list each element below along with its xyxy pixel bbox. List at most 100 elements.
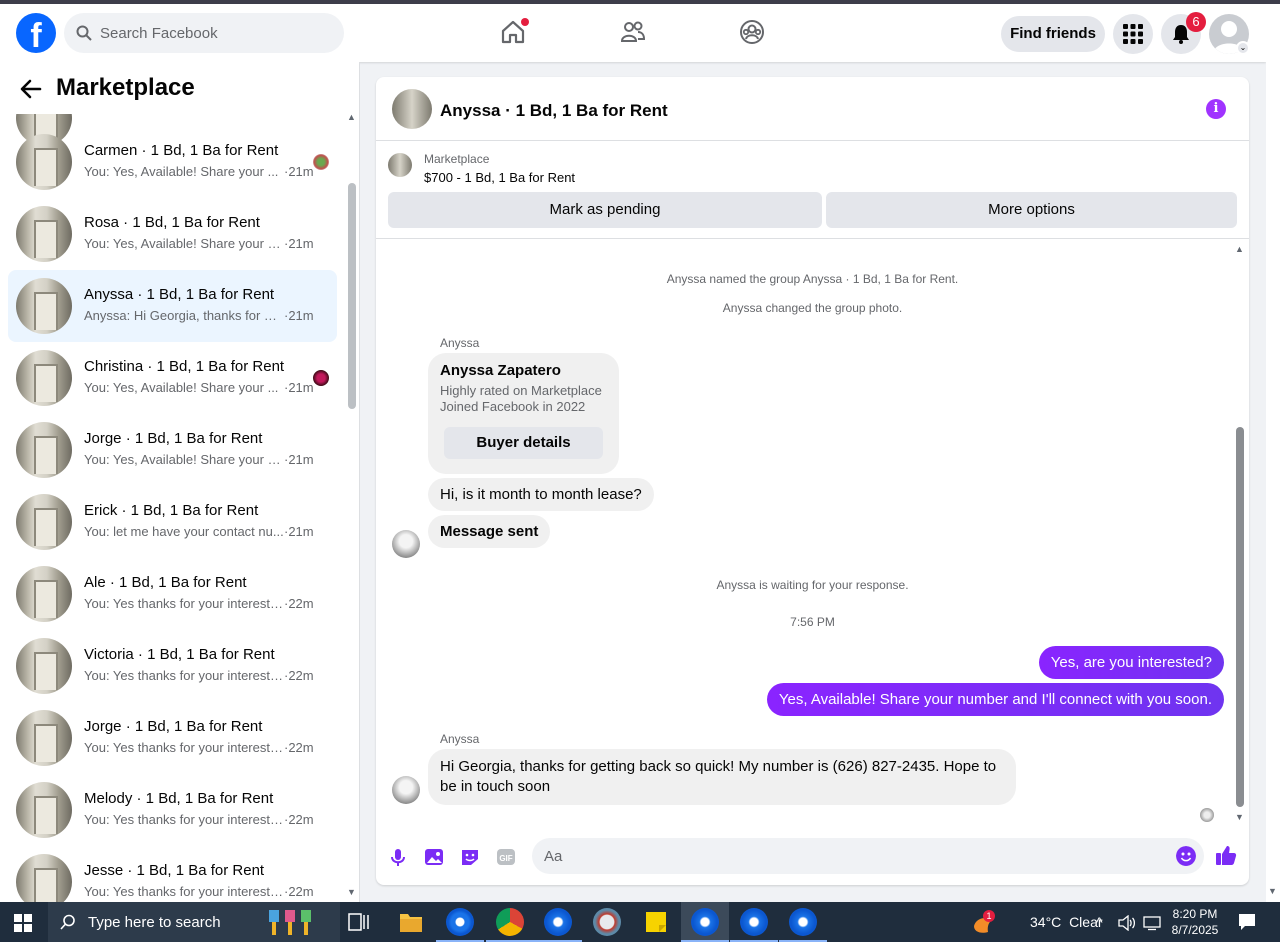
seen-avatar [313, 370, 329, 386]
conversation-item[interactable]: Carmen · 1 Bd, 1 Ba for Rent You: Yes, A… [8, 126, 337, 198]
volume-icon[interactable] [1118, 915, 1136, 931]
info-icon[interactable]: i [1206, 99, 1226, 119]
sender-name: Anyssa [440, 336, 480, 350]
sidebar-scrollbar-thumb[interactable] [348, 183, 356, 409]
page-title: Marketplace [56, 74, 195, 101]
back-arrow-icon[interactable] [20, 79, 42, 99]
conversation-item[interactable]: Victoria · 1 Bd, 1 Ba for Rent You: Yes … [8, 630, 337, 702]
outgoing-message[interactable]: Yes, Available! Share your number and I'… [766, 683, 1224, 716]
groups-icon[interactable] [738, 18, 766, 46]
conversation-item[interactable]: Ale · 1 Bd, 1 Ba for Rent You: Yes thank… [8, 558, 337, 630]
network-icon[interactable] [1143, 915, 1161, 931]
chat-scrollbar-thumb[interactable] [1236, 427, 1244, 807]
scroll-down-arrow-icon[interactable]: ▼ [1235, 812, 1244, 822]
buyer-details-button[interactable]: Buyer details [444, 427, 603, 459]
conversation-item[interactable]: Melody · 1 Bd, 1 Ba for Rent You: Yes th… [8, 774, 337, 846]
scroll-up-arrow-icon[interactable]: ▲ [347, 112, 356, 122]
browser-app-icon[interactable] [446, 908, 474, 936]
weather-readout[interactable]: 34°C Clear [1030, 914, 1103, 930]
chrome-profile-icon[interactable] [691, 908, 719, 936]
conversation-item-active[interactable]: Anyssa · 1 Bd, 1 Ba for Rent Anyssa: Hi … [8, 270, 337, 342]
conversation-time: ·21m [284, 524, 314, 539]
friends-icon[interactable] [619, 18, 647, 46]
find-friends-button[interactable]: Find friends [1001, 16, 1105, 52]
seen-avatar [313, 154, 329, 170]
more-options-button[interactable]: More options [826, 192, 1237, 228]
conversation-item[interactable]: Jesse · 1 Bd, 1 Ba for Rent You: Yes tha… [8, 846, 337, 902]
scroll-down-arrow-icon[interactable]: ▼ [1268, 886, 1277, 896]
conversation-item[interactable]: Christina · 1 Bd, 1 Ba for Rent You: Yes… [8, 342, 337, 414]
conversation-time: ·21m [284, 236, 314, 251]
system-clock[interactable]: 8:20 PM 8/7/2025 [1168, 906, 1222, 938]
incoming-message[interactable]: Message sent [428, 515, 551, 548]
listing-price[interactable]: $700 - 1 Bd, 1 Ba for Rent [424, 170, 575, 185]
message-input[interactable] [544, 838, 1144, 874]
page-scrollbar[interactable] [1266, 4, 1280, 902]
message-input-box[interactable] [532, 838, 1204, 874]
search-input[interactable] [100, 13, 330, 53]
conversation-name: Ale · 1 Bd, 1 Ba for Rent [84, 574, 247, 591]
grid-menu-icon [1123, 24, 1143, 44]
conversation-snippet: Anyssa: Hi Georgia, thanks for ge... [84, 308, 284, 323]
mark-as-pending-button[interactable]: Mark as pending [388, 192, 822, 228]
conversation-item[interactable]: Rosa · 1 Bd, 1 Ba for Rent You: Yes, Ava… [8, 198, 337, 270]
app-icon[interactable] [593, 908, 621, 936]
incoming-message[interactable]: Hi, is it month to month lease? [428, 478, 654, 511]
sender-avatar[interactable] [392, 776, 420, 804]
buyer-name: Anyssa Zapatero [440, 362, 561, 379]
paint-brushes-icon[interactable] [263, 907, 329, 937]
marketplace-sidebar: Marketplace Carmen · 1 Bd, 1 Ba for Rent… [0, 62, 360, 902]
chat-title[interactable]: Anyssa · 1 Bd, 1 Ba for Rent [440, 101, 668, 121]
action-center-icon[interactable] [1238, 913, 1256, 931]
conversation-item[interactable]: Jorge · 1 Bd, 1 Ba for Rent You: Yes, Av… [8, 414, 337, 486]
gif-icon[interactable]: GIF [495, 846, 517, 868]
menu-button[interactable] [1113, 14, 1153, 54]
thumbs-up-icon[interactable] [1215, 844, 1237, 866]
conversation-time: ·22m [284, 596, 314, 611]
scroll-down-arrow-icon[interactable]: ▼ [347, 887, 356, 897]
buyer-info-card: Anyssa Zapatero Highly rated on Marketpl… [428, 353, 619, 474]
facebook-logo-icon[interactable]: f [16, 13, 56, 53]
outgoing-message[interactable]: Yes, are you interested? [1038, 646, 1224, 679]
chat-avatar[interactable] [392, 89, 432, 129]
buyer-rating: Highly rated on Marketplace [440, 383, 602, 398]
system-message: Anyssa is waiting for your response. [716, 578, 909, 592]
conversation-time: ·21m [284, 380, 314, 395]
conversation-name: Erick · 1 Bd, 1 Ba for Rent [84, 502, 259, 519]
chevron-up-icon[interactable]: ^ [1096, 914, 1103, 930]
listing-avatar [16, 350, 72, 406]
sender-avatar[interactable] [392, 530, 420, 558]
search-icon [76, 25, 92, 41]
chrome-profile-icon[interactable] [496, 908, 524, 936]
task-view-icon[interactable] [348, 913, 370, 931]
conversation-item[interactable]: Erick · 1 Bd, 1 Ba for Rent You: let me … [8, 486, 337, 558]
search-box[interactable] [64, 13, 344, 53]
listing-avatar [16, 566, 72, 622]
clock-time: 8:20 PM [1172, 907, 1218, 921]
system-message: Anyssa named the group Anyssa · 1 Bd, 1 … [666, 272, 959, 286]
emoji-icon[interactable] [1176, 846, 1196, 866]
listing-avatar [16, 134, 72, 190]
message-thread: Anyssa named the group Anyssa · 1 Bd, 1 … [376, 240, 1249, 827]
conversation-snippet: You: Yes, Available! Share your nu... [84, 452, 284, 467]
chevron-down-icon[interactable]: ⌄ [1236, 41, 1250, 55]
listing-avatar [16, 278, 72, 334]
sticker-icon[interactable] [459, 846, 481, 868]
chrome-profile-icon[interactable] [740, 908, 768, 936]
windows-start-icon[interactable] [14, 914, 32, 932]
chrome-profile-icon[interactable] [544, 908, 572, 936]
read-receipt-avatar [1200, 808, 1214, 822]
conversation-time: ·22m [284, 668, 314, 683]
conversation-name: Anyssa · 1 Bd, 1 Ba for Rent [84, 286, 275, 303]
microphone-icon[interactable] [387, 846, 409, 868]
weather-alert-badge: 1 [983, 910, 995, 922]
incoming-message[interactable]: Hi Georgia, thanks for getting back so q… [428, 749, 1016, 805]
chrome-profile-icon[interactable] [789, 908, 817, 936]
file-explorer-icon[interactable] [399, 911, 423, 933]
conversation-snippet: You: Yes, Available! Share your ... [84, 380, 279, 395]
listing-thumbnail[interactable] [388, 153, 412, 177]
photo-icon[interactable] [423, 846, 445, 868]
conversation-item[interactable]: Jorge · 1 Bd, 1 Ba for Rent You: Yes tha… [8, 702, 337, 774]
sticky-notes-icon[interactable] [645, 911, 667, 933]
scroll-up-arrow-icon[interactable]: ▲ [1235, 244, 1244, 254]
